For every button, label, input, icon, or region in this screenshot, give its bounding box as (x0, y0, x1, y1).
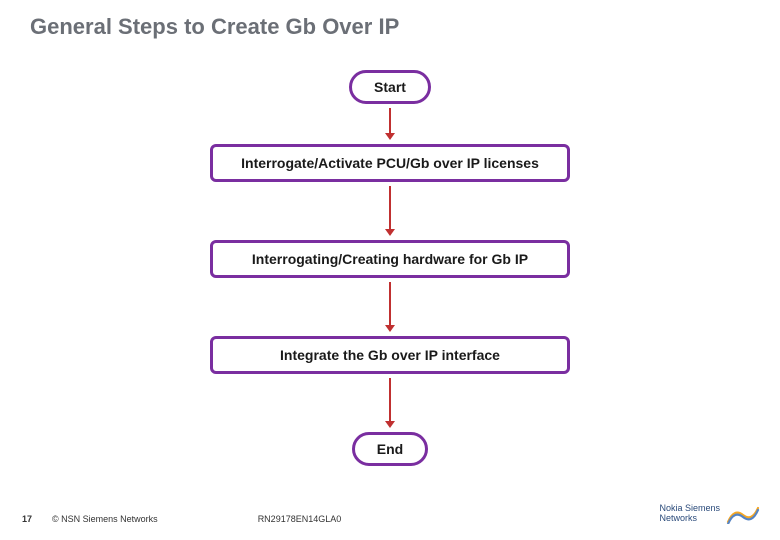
arrow-icon (389, 378, 391, 422)
brand-text: Nokia Siemens Networks (659, 504, 720, 524)
document-id: RN29178EN14GLA0 (258, 514, 342, 524)
slide: General Steps to Create Gb Over IP Start… (0, 0, 780, 540)
flow-step-hardware: Interrogating/Creating hardware for Gb I… (210, 240, 570, 278)
arrow-icon (389, 186, 391, 230)
flow-end: End (352, 432, 428, 466)
flowchart: Start Interrogate/Activate PCU/Gb over I… (0, 70, 780, 466)
arrow-icon (389, 282, 391, 326)
brand-line2: Networks (659, 514, 720, 524)
flow-step-licenses: Interrogate/Activate PCU/Gb over IP lice… (210, 144, 570, 182)
page-title: General Steps to Create Gb Over IP (30, 14, 399, 40)
page-number: 17 (22, 514, 32, 524)
flow-step-integrate: Integrate the Gb over IP interface (210, 336, 570, 374)
brand: Nokia Siemens Networks (659, 504, 760, 524)
flow-start: Start (349, 70, 431, 104)
brand-logo-icon (726, 506, 760, 524)
copyright: © NSN Siemens Networks (52, 514, 158, 524)
footer: 17 © NSN Siemens Networks RN29178EN14GLA… (0, 504, 780, 524)
arrow-icon (389, 108, 391, 134)
